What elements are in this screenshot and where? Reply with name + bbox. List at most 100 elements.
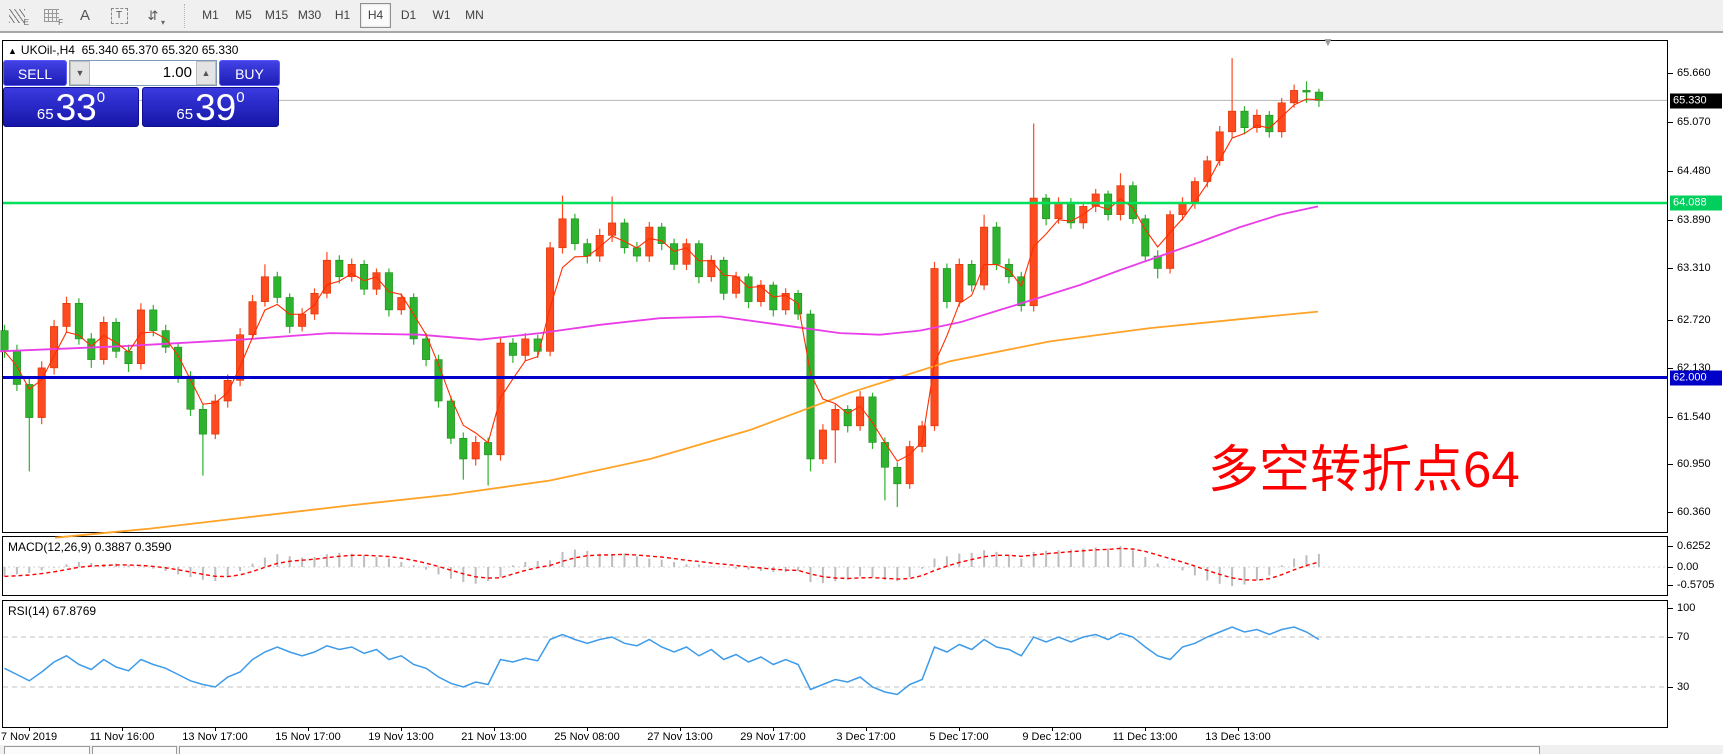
time-axis-label: 25 Nov 08:00 <box>554 731 619 743</box>
chart-tab[interactable] <box>4 746 90 754</box>
sell-price-sup: 0 <box>97 90 105 105</box>
price-axis-tick <box>1668 220 1673 221</box>
time-axis-tick <box>587 727 588 731</box>
macd-axis-tick <box>1668 585 1673 586</box>
mt4-terminal: E F A T ⇵▾ M1M5M15M30H1H4D1W1MN ▲ UKOil-,… <box>0 0 1723 754</box>
buy-price-prefix: 65 <box>176 104 193 126</box>
symbol-label: UKOil-,H4 <box>21 43 75 57</box>
price-axis-label: 65.070 <box>1677 116 1711 128</box>
price-tag: 64.088 <box>1670 196 1722 211</box>
one-click-trade-panel: SELL ▼ 1.00 ▲ BUY 65 33 0 65 39 0 <box>3 60 280 127</box>
volume-down-icon[interactable]: ▼ <box>70 61 90 85</box>
chart-annotation-text: 多空转折点64 <box>1208 428 1520 502</box>
macd-axis-label: -0.5705 <box>1677 579 1714 591</box>
timeframe-button-d1[interactable]: D1 <box>393 3 424 28</box>
time-axis-label: 13 Nov 17:00 <box>182 731 247 743</box>
time-axis-label: 7 Nov 2019 <box>1 731 57 743</box>
time-axis-label: 11 Nov 16:00 <box>90 731 155 743</box>
buy-button[interactable]: BUY <box>219 60 280 86</box>
time-axis-tick <box>959 727 960 731</box>
time-axis-label: 13 Dec 13:00 <box>1205 731 1270 743</box>
ohlc-values: 65.340 65.370 65.320 65.330 <box>82 43 239 57</box>
time-axis-label: 5 Dec 17:00 <box>929 731 988 743</box>
rsi-axis-tick <box>1668 687 1673 688</box>
macd-axis-tick <box>1668 567 1673 568</box>
time-axis-tick <box>773 727 774 731</box>
rsi-axis-tick <box>1668 608 1673 609</box>
buy-price-big: 39 <box>195 89 236 126</box>
time-axis-tick <box>29 727 30 731</box>
volume-up-icon[interactable]: ▲ <box>196 61 216 85</box>
timeframe-button-m1[interactable]: M1 <box>195 3 226 28</box>
price-axis-tick <box>1668 122 1673 123</box>
grid-f-icon[interactable]: F <box>38 5 64 27</box>
price-axis-tick <box>1668 417 1673 418</box>
volume-spinner: ▼ 1.00 ▲ <box>69 60 217 86</box>
timeframe-button-m30[interactable]: M30 <box>294 3 325 28</box>
rsi-axis-label: 70 <box>1677 631 1689 643</box>
time-axis-tick <box>494 727 495 731</box>
chart-tab[interactable] <box>179 746 1540 754</box>
time-axis-tick <box>122 727 123 731</box>
macd-label: MACD(12,26,9) 0.3887 0.3590 <box>8 540 171 554</box>
price-axis-tick <box>1668 512 1673 513</box>
rsi-axis-tick <box>1668 637 1673 638</box>
textbox-icon[interactable]: T <box>106 5 132 27</box>
rsi-axis-label: 30 <box>1677 681 1689 693</box>
price-axis-tick <box>1668 171 1673 172</box>
time-axis-tick <box>1052 727 1053 731</box>
collapse-arrow-icon[interactable]: ▲ <box>8 46 17 56</box>
sell-price-prefix: 65 <box>37 104 54 126</box>
time-axis-label: 11 Dec 13:00 <box>1113 731 1178 743</box>
timeframe-button-h4[interactable]: H4 <box>360 3 391 28</box>
rsi-label: RSI(14) 67.8769 <box>8 604 96 618</box>
price-axis-tick <box>1668 73 1673 74</box>
price-axis-label: 63.890 <box>1677 214 1711 226</box>
timeframe-buttons: M1M5M15M30H1H4D1W1MN <box>194 3 491 28</box>
chart-tab-strip <box>0 745 1723 754</box>
price-axis-label: 65.660 <box>1677 67 1711 79</box>
time-axis-tick <box>680 727 681 731</box>
time-axis-label: 27 Nov 13:00 <box>647 731 712 743</box>
time-axis-label: 21 Nov 13:00 <box>461 731 526 743</box>
macd-axis-tick <box>1668 546 1673 547</box>
time-axis-label: 3 Dec 17:00 <box>836 731 895 743</box>
macd-axis-label: 0.00 <box>1677 561 1698 573</box>
time-axis-label: 29 Nov 17:00 <box>740 731 805 743</box>
buy-price-sup: 0 <box>236 90 244 105</box>
indicator-hatch-icon[interactable]: E <box>4 5 30 27</box>
chart-shift-marker-icon[interactable]: ▼ <box>1322 35 1334 49</box>
price-axis-label: 61.540 <box>1677 411 1711 423</box>
timeframe-button-mn[interactable]: MN <box>459 3 490 28</box>
price-axis-tick <box>1668 368 1673 369</box>
sell-price-button[interactable]: 65 33 0 <box>3 87 139 127</box>
price-axis-label: 60.360 <box>1677 506 1711 518</box>
buy-price-button[interactable]: 65 39 0 <box>142 87 279 127</box>
chart-tab[interactable] <box>92 746 177 754</box>
volume-input[interactable]: 1.00 <box>90 61 196 85</box>
timeframe-button-m15[interactable]: M15 <box>261 3 292 28</box>
price-axis-label: 64.480 <box>1677 165 1711 177</box>
time-axis-tick <box>866 727 867 731</box>
macd-axis-label: 0.6252 <box>1677 540 1711 552</box>
timeframe-button-m5[interactable]: M5 <box>228 3 259 28</box>
time-axis-label: 15 Nov 17:00 <box>275 731 340 743</box>
time-axis-tick <box>1145 727 1146 731</box>
timeframe-button-h1[interactable]: H1 <box>327 3 358 28</box>
rsi-axis-label: 100 <box>1677 602 1695 614</box>
price-tag: 65.330 <box>1670 94 1722 109</box>
time-axis-label: 9 Dec 12:00 <box>1022 731 1081 743</box>
timeframe-button-w1[interactable]: W1 <box>426 3 457 28</box>
price-tag: 62.000 <box>1670 371 1722 386</box>
time-axis-tick <box>401 727 402 731</box>
time-axis-tick <box>308 727 309 731</box>
sort-arrows-icon[interactable]: ⇵▾ <box>140 5 166 27</box>
price-axis-label: 63.310 <box>1677 262 1711 274</box>
chart-title: ▲ UKOil-,H4 65.340 65.370 65.320 65.330 <box>8 43 238 57</box>
time-axis-tick <box>215 727 216 731</box>
sell-button[interactable]: SELL <box>3 60 67 86</box>
sell-price-big: 33 <box>56 89 97 126</box>
text-a-icon[interactable]: A <box>72 5 98 27</box>
time-axis-label: 19 Nov 13:00 <box>368 731 433 743</box>
price-axis-tick <box>1668 320 1673 321</box>
